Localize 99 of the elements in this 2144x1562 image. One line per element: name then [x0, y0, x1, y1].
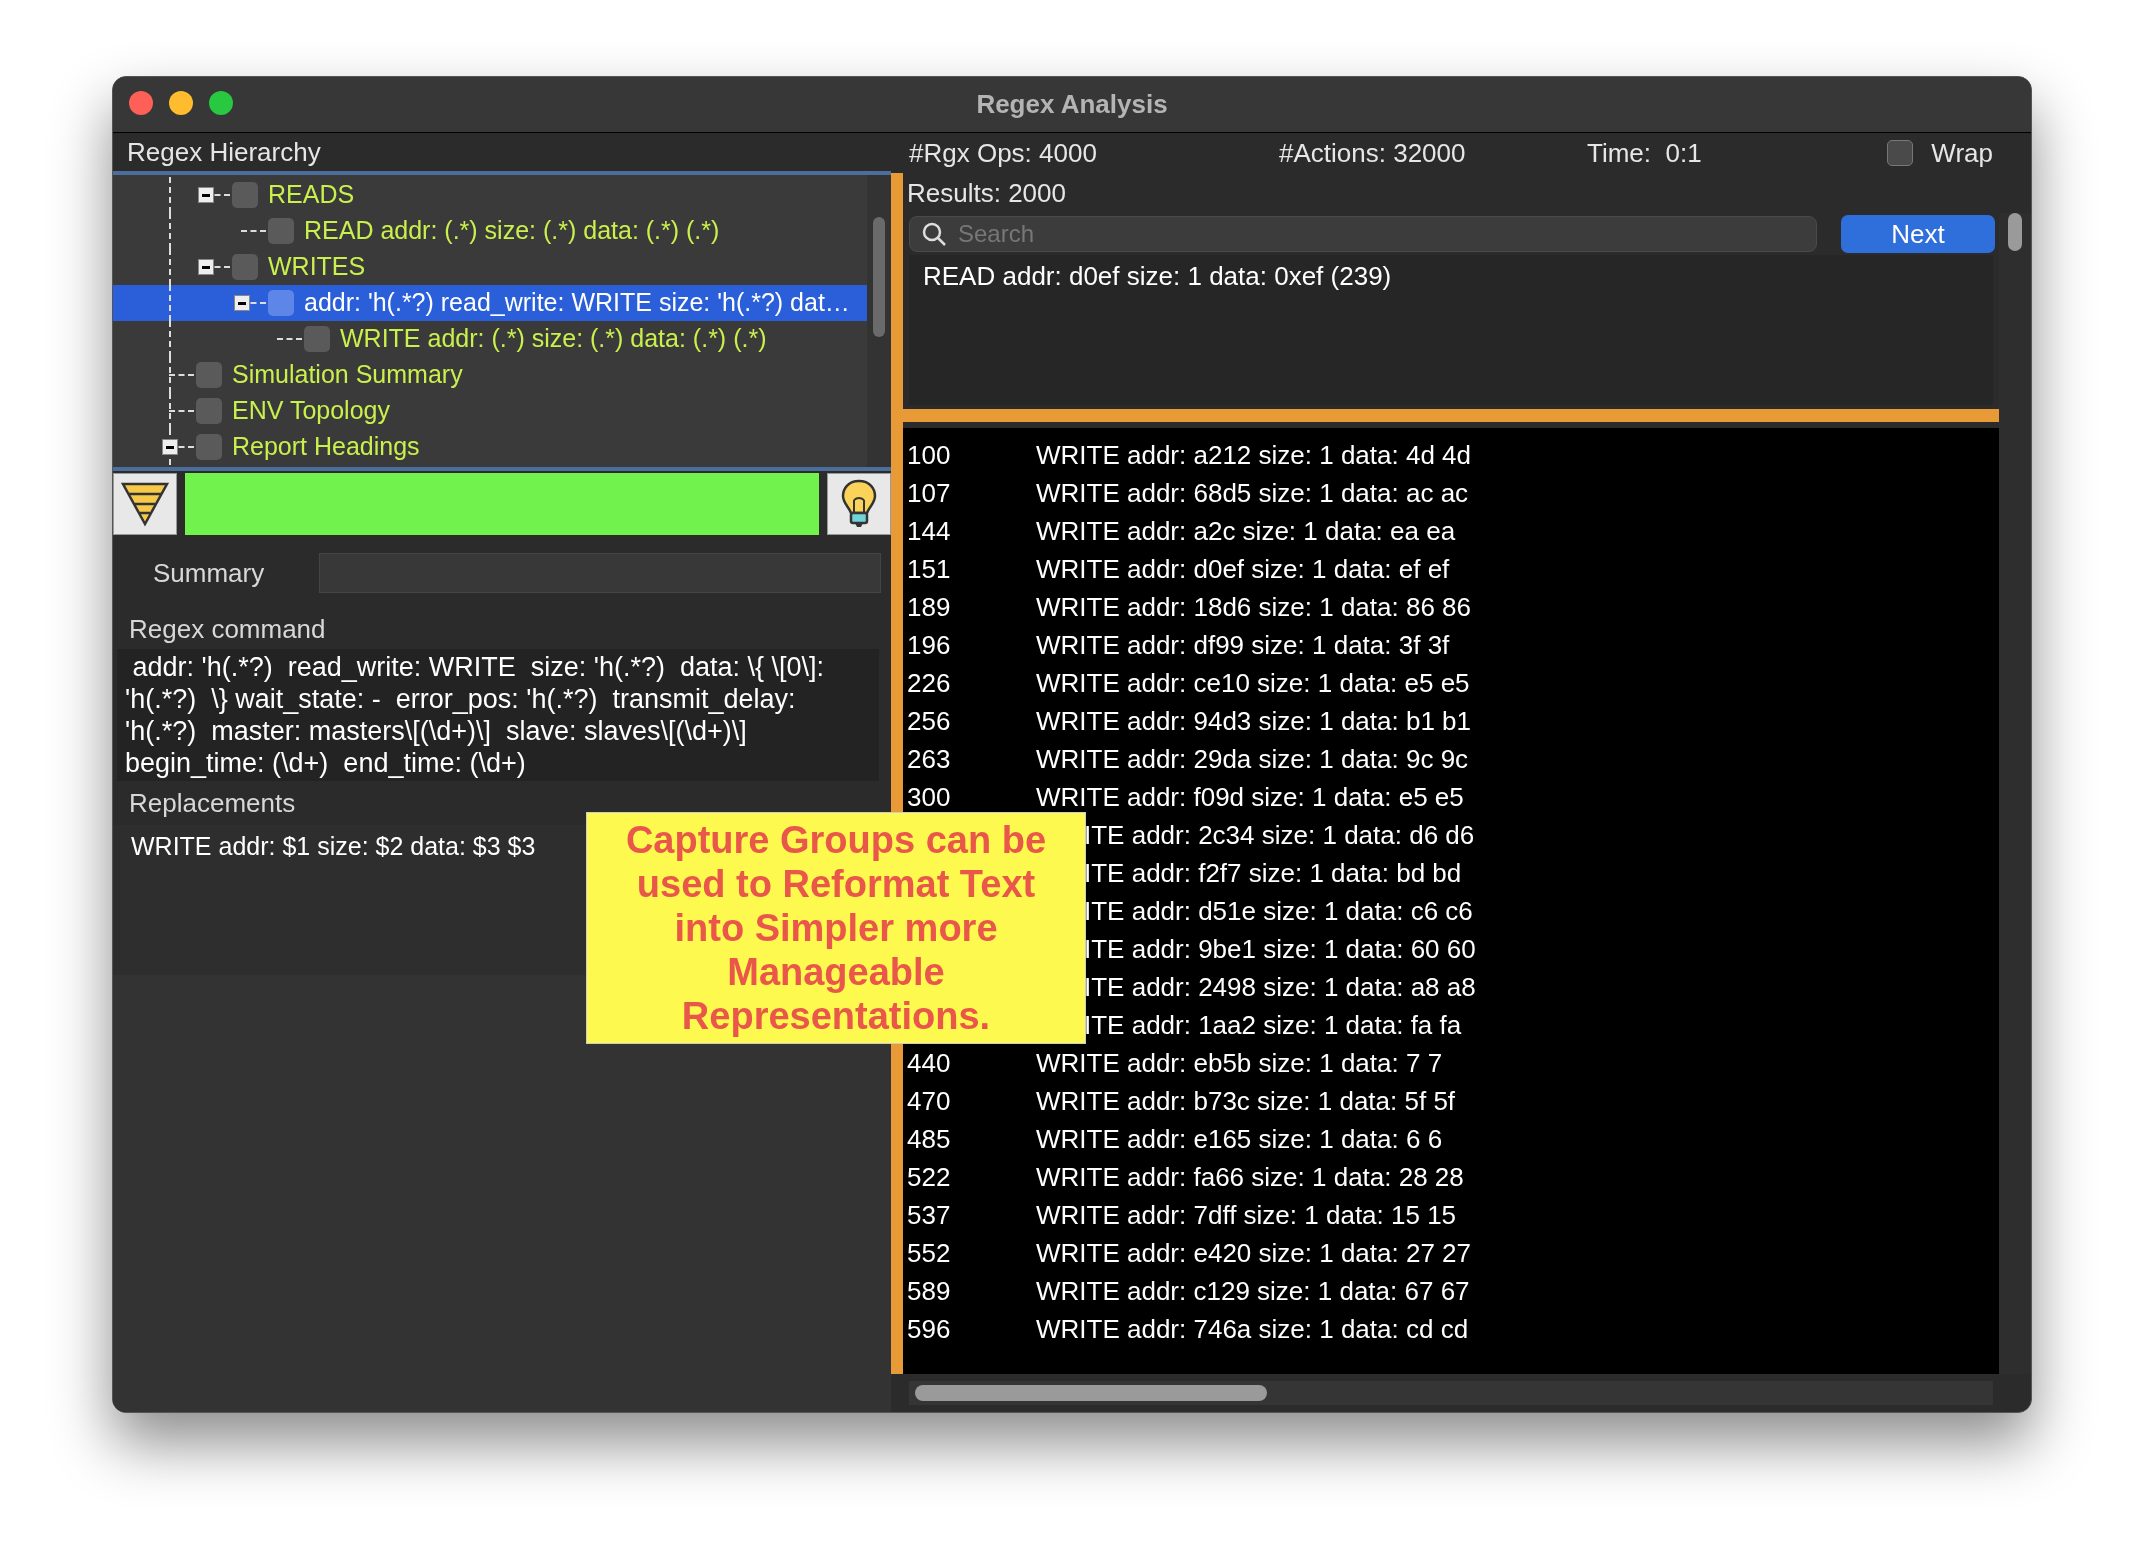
zoom-button[interactable] — [209, 91, 233, 115]
stat-text: #Actions: 32000 — [1279, 136, 1467, 170]
search-icon — [921, 221, 947, 247]
checkbox[interactable] — [196, 398, 222, 424]
line-number: 189 — [906, 590, 952, 624]
line-number: 552 — [906, 1236, 952, 1270]
line-number: 440 — [906, 1046, 952, 1080]
line-number: 537 — [906, 1198, 952, 1232]
line-number: 470 — [906, 1084, 952, 1118]
callout-tooltip: Capture Groups can be used to Reformat Text into Simpler more Manageable Representations. — [586, 812, 1086, 1044]
result-line: WRITE addr: a212 size: 1 data: 4d 4d — [1036, 438, 1472, 472]
line-number: 151 — [906, 552, 952, 586]
checkbox[interactable] — [232, 182, 258, 208]
tree-item-label: addr: 'h(.*?) read_write: WRITE size: 'h(.*?) dat… — [304, 287, 850, 319]
result-line: ITE addr: f2f7 size: 1 data: bd bd — [1084, 856, 1462, 890]
result-line: WRITE addr: e165 size: 1 data: 6 6 — [1036, 1122, 1443, 1156]
tree-item[interactable]: READS — [113, 177, 867, 213]
line-number: 589 — [906, 1274, 952, 1308]
line-number: 256 — [906, 704, 952, 738]
tree-item[interactable]: ENV Topology — [113, 393, 867, 429]
scrollbar-thumb[interactable] — [2008, 213, 2022, 251]
result-line: WRITE addr: b73c size: 1 data: 5f 5f — [1036, 1084, 1456, 1118]
close-button[interactable] — [129, 91, 153, 115]
lightbulb-icon — [839, 478, 879, 530]
checkbox[interactable] — [196, 362, 222, 388]
result-line: ITE addr: d51e size: 1 data: c6 c6 — [1084, 894, 1473, 928]
checkbox[interactable] — [268, 218, 294, 244]
result-line: ITE addr: 9be1 size: 1 data: 60 60 — [1084, 932, 1476, 966]
panel-title: Regex Hierarchy — [127, 135, 321, 169]
tree-item-label: WRITES — [268, 251, 366, 283]
stat-text: #Rgx Ops: 4000 — [909, 136, 1098, 170]
line-number: 196 — [906, 628, 952, 662]
checkbox[interactable] — [304, 326, 330, 352]
tree-item[interactable]: Simulation Summary — [113, 357, 867, 393]
result-line: WRITE addr: fa66 size: 1 data: 28 28 — [1036, 1160, 1464, 1194]
collapse-toggle[interactable] — [198, 187, 214, 203]
result-line: WRITE addr: 94d3 size: 1 data: b1 b1 — [1036, 704, 1472, 738]
match-text: READ addr: d0ef size: 1 data: 0xef (239) — [923, 261, 1392, 291]
line-number: 596 — [906, 1312, 952, 1346]
summary-field[interactable] — [319, 553, 881, 593]
result-line: ITE addr: 2498 size: 1 data: a8 a8 — [1084, 970, 1476, 1004]
result-line: WRITE addr: 18d6 size: 1 data: 86 86 — [1036, 590, 1472, 624]
result-line: WRITE addr: 29da size: 1 data: 9c 9c — [1036, 742, 1469, 776]
wrap-checkbox[interactable] — [1887, 140, 1914, 166]
filter-field[interactable] — [185, 473, 819, 535]
line-number: 107 — [906, 476, 952, 510]
funnel-icon — [120, 480, 170, 528]
line-number: 263 — [906, 742, 952, 776]
tree-item-label: Report Headings — [232, 431, 420, 463]
result-line: ITE addr: 2c34 size: 1 data: d6 d6 — [1084, 818, 1475, 852]
replacements-text: WRITE addr: $1 size: $2 data: $3 $3 — [131, 832, 536, 860]
line-number: 300 — [906, 780, 952, 814]
section-label: Regex command — [129, 612, 326, 646]
result-line: WRITE addr: ce10 size: 1 data: e5 e5 — [1036, 666, 1470, 700]
checkbox[interactable] — [232, 254, 258, 280]
tree-item-label: READS — [268, 179, 355, 211]
section-label: Replacements — [129, 786, 296, 820]
result-line: WRITE addr: 68d5 size: 1 data: ac ac — [1036, 476, 1469, 510]
regex-command-text: addr: 'h(.*?) read_write: WRITE size: 'h(.*?) data: \{ \[0\]: 'h(.*?) \} wait_state: - error_pos: 'h(.*?) transmit_delay: 'h(.*?) master: masters\[(\d+)\] slave: slaves\[(\d+)\] begin_time: (\d+) end_time: (\d+) — [125, 651, 826, 779]
window-title: Regex Analysis — [976, 88, 1168, 121]
line-number: 100 — [906, 438, 952, 472]
collapse-toggle[interactable] — [198, 259, 214, 275]
scrollbar-thumb[interactable] — [873, 217, 885, 337]
line-number: 522 — [906, 1160, 952, 1194]
line-number: 226 — [906, 666, 952, 700]
results-count: Results: 2000 — [907, 176, 1066, 210]
result-line: WRITE addr: d0ef size: 1 data: ef ef — [1036, 552, 1450, 586]
collapse-toggle[interactable] — [162, 439, 178, 455]
result-line: WRITE addr: 746a size: 1 data: cd cd — [1036, 1312, 1469, 1346]
result-line: ITE addr: 1aa2 size: 1 data: fa fa — [1084, 1008, 1462, 1042]
tree-item[interactable]: addr: 'h(.*?) read_write: WRITE size: 'h(.*?) dat… — [113, 285, 867, 321]
tree-item[interactable]: READ addr: (.*) size: (.*) data: (.*) (.*) — [113, 213, 867, 249]
result-line: WRITE addr: eb5b size: 1 data: 7 7 — [1036, 1046, 1443, 1080]
tree-item-label: Simulation Summary — [232, 359, 463, 391]
stat-text: Time: 0:1 — [1587, 136, 1703, 170]
search-field[interactable]: Search — [909, 216, 1817, 252]
tree-item[interactable]: Report Headings — [113, 429, 867, 465]
checkbox[interactable] — [196, 434, 222, 460]
result-line: WRITE addr: df99 size: 1 data: 3f 3f — [1036, 628, 1450, 662]
tree-item-label: READ addr: (.*) size: (.*) data: (.*) (.*) — [304, 215, 720, 247]
minimize-button[interactable] — [169, 91, 193, 115]
tree-item-label: ENV Topology — [232, 395, 390, 427]
collapse-toggle[interactable] — [234, 295, 250, 311]
result-line: WRITE addr: a2c size: 1 data: ea ea — [1036, 514, 1456, 548]
summary-label: Summary — [153, 556, 266, 590]
line-number: 485 — [906, 1122, 952, 1156]
result-line: WRITE addr: f09d size: 1 data: e5 e5 — [1036, 780, 1464, 814]
result-line: WRITE addr: e420 size: 1 data: 27 27 — [1036, 1236, 1472, 1270]
wrap-label: Wrap — [1931, 136, 1993, 170]
line-number: 144 — [906, 514, 952, 548]
tree-item[interactable]: WRITE addr: (.*) size: (.*) data: (.*) (.*) — [113, 321, 867, 357]
result-line: WRITE addr: 7dff size: 1 data: 15 15 — [1036, 1198, 1457, 1232]
tree-item-label: WRITE addr: (.*) size: (.*) data: (.*) (.*) — [340, 323, 767, 355]
result-line: WRITE addr: c129 size: 1 data: 67 67 — [1036, 1274, 1470, 1308]
hint-button[interactable] — [827, 473, 891, 535]
checkbox[interactable] — [268, 290, 294, 316]
next-button[interactable]: Next — [1841, 215, 1995, 253]
scrollbar-thumb[interactable] — [915, 1385, 1267, 1401]
filter-button[interactable] — [113, 473, 177, 535]
